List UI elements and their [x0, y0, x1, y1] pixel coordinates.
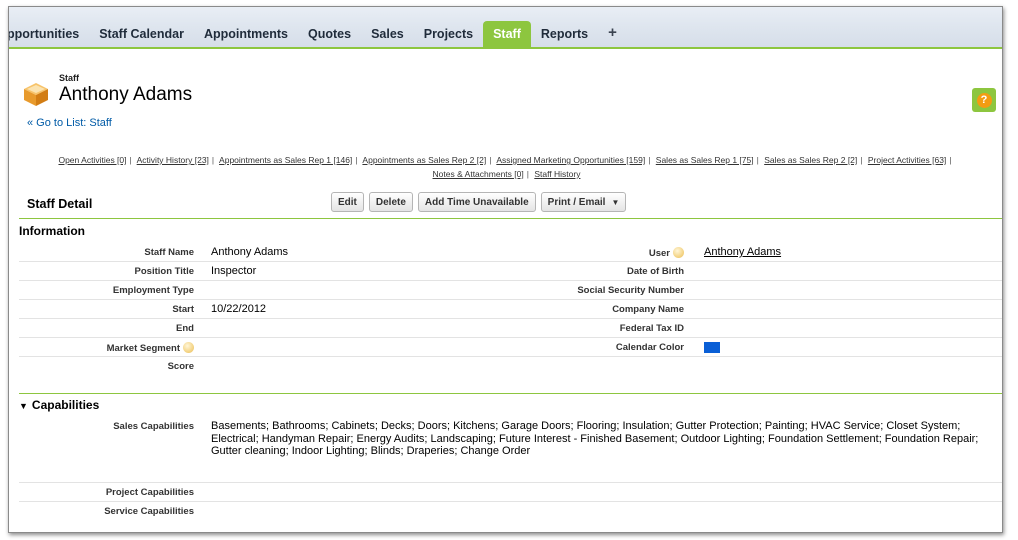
field-row: Employment Type Social Security Number — [19, 281, 1002, 300]
field-row: End Federal Tax ID — [19, 319, 1002, 338]
information-section-title: Information — [19, 224, 85, 238]
detail-divider — [19, 218, 1002, 219]
object-type-label: Staff — [59, 73, 79, 83]
field-row: Market Segment Calendar Color — [19, 338, 1002, 357]
calendar-color-label: Calendar Color — [615, 342, 684, 353]
help-icon: ? — [976, 92, 992, 108]
service-capabilities-label: Service Capabilities — [104, 506, 194, 517]
related-link-appointments-rep2[interactable]: Appointments as Sales Rep 2 [2] — [362, 155, 486, 165]
capabilities-section-title: Capabilities — [31, 398, 100, 412]
staff-name-value: Anthony Adams — [211, 246, 289, 258]
info-icon[interactable] — [183, 342, 194, 353]
sales-capabilities-label: Sales Capabilities — [113, 421, 194, 432]
related-link-staff-history[interactable]: Staff History — [534, 169, 580, 179]
print-email-label: Print / Email — [547, 197, 606, 208]
calendar-color-swatch — [704, 342, 720, 353]
field-row: Project Capabilities — [19, 483, 1002, 502]
tab-opportunities[interactable]: pportunities — [9, 21, 89, 47]
company-name-label: Company Name — [612, 304, 684, 315]
add-tab-icon[interactable]: + — [598, 21, 627, 47]
detail-button-row: Edit Delete Add Time Unavailable Print /… — [331, 192, 627, 212]
tab-bar: pportunities Staff Calendar Appointments… — [9, 7, 1002, 49]
position-title-label: Position Title — [134, 266, 194, 277]
user-link[interactable]: Anthony Adams — [704, 246, 781, 258]
related-link-open-activities[interactable]: Open Activities [0] — [58, 155, 126, 165]
related-link-project-activities[interactable]: Project Activities [63] — [868, 155, 946, 165]
tab-list: pportunities Staff Calendar Appointments… — [9, 21, 627, 49]
market-segment-label-text: Market Segment — [106, 343, 180, 354]
employment-type-label: Employment Type — [112, 285, 194, 296]
field-row: Sales Capabilities Basements; Bathrooms;… — [19, 417, 1002, 483]
edit-button[interactable]: Edit — [331, 192, 364, 212]
field-row: Position Title Inspector Date of Birth — [19, 262, 1002, 281]
page-title: Anthony Adams — [59, 84, 193, 105]
end-label: End — [176, 323, 194, 334]
tab-quotes[interactable]: Quotes — [298, 21, 361, 47]
field-row: Service Capabilities — [19, 502, 1002, 521]
related-list-links: Open Activities [0] | Activity History [2… — [58, 155, 952, 179]
ssn-label: Social Security Number — [577, 285, 684, 296]
sales-capabilities-value: Basements; Bathrooms; Cabinets; Decks; D… — [211, 420, 979, 457]
related-link-sales-rep2[interactable]: Sales as Sales Rep 2 [2] — [764, 155, 857, 165]
field-row: Score — [19, 357, 1002, 376]
federal-tax-id-label: Federal Tax ID — [619, 323, 684, 334]
tab-projects[interactable]: Projects — [414, 21, 483, 47]
collapse-triangle-icon: ▼ — [19, 401, 28, 411]
field-row: Staff Name Anthony Adams User Anthony Ad… — [19, 243, 1002, 262]
user-label-text: User — [648, 248, 670, 259]
related-link-activity-history[interactable]: Activity History [23] — [137, 155, 209, 165]
tab-staff-calendar[interactable]: Staff Calendar — [89, 21, 194, 47]
related-link-notes-attachments[interactable]: Notes & Attachments [0] — [433, 169, 524, 179]
info-icon[interactable] — [673, 247, 684, 258]
score-label: Score — [167, 361, 194, 372]
detail-section-title: Staff Detail — [27, 197, 93, 211]
field-row: Start 10/22/2012 Company Name — [19, 300, 1002, 319]
tab-staff[interactable]: Staff — [483, 21, 531, 49]
add-time-unavailable-button[interactable]: Add Time Unavailable — [417, 192, 536, 212]
start-value: 10/22/2012 — [211, 303, 267, 315]
staff-record-icon — [24, 83, 48, 106]
tab-reports[interactable]: Reports — [531, 21, 598, 47]
tab-sales[interactable]: Sales — [361, 21, 414, 47]
staff-name-label: Staff Name — [144, 247, 194, 258]
chevron-down-icon: ▼ — [611, 198, 620, 207]
date-of-birth-label: Date of Birth — [627, 266, 684, 277]
related-link-appointments-rep1[interactable]: Appointments as Sales Rep 1 [146] — [219, 155, 352, 165]
position-title-value: Inspector — [211, 265, 257, 277]
delete-button[interactable]: Delete — [368, 192, 413, 212]
print-email-button[interactable]: Print / Email ▼ — [540, 192, 627, 212]
related-link-marketing-opportunities[interactable]: Assigned Marketing Opportunities [159] — [496, 155, 645, 165]
app-window: pportunities Staff Calendar Appointments… — [8, 6, 1003, 533]
start-label: Start — [172, 304, 194, 315]
related-link-sales-rep1[interactable]: Sales as Sales Rep 1 [75] — [656, 155, 754, 165]
back-to-list-link[interactable]: « Go to List: Staff — [27, 117, 112, 129]
capabilities-divider — [19, 393, 1002, 394]
help-button[interactable]: ? — [972, 88, 996, 112]
project-capabilities-label: Project Capabilities — [105, 487, 194, 498]
tab-appointments[interactable]: Appointments — [194, 21, 298, 47]
capabilities-section-toggle[interactable]: ▼ Capabilities — [19, 398, 99, 412]
market-segment-label: Market Segment — [107, 342, 194, 354]
user-label: User — [649, 247, 684, 259]
